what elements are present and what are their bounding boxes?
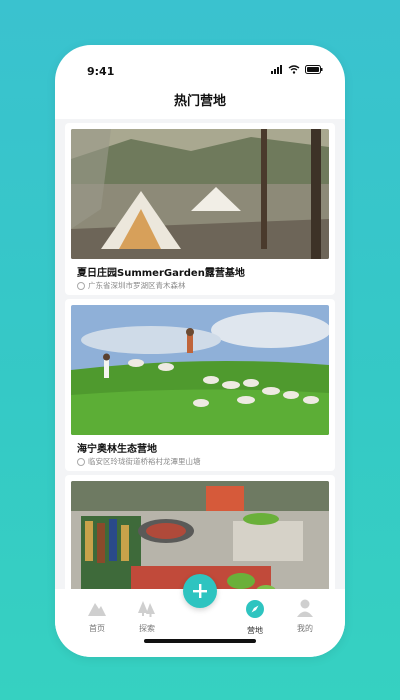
camp-photo bbox=[71, 481, 329, 589]
location-pin-icon bbox=[77, 281, 85, 290]
compass-icon bbox=[246, 600, 264, 618]
person-icon bbox=[297, 599, 313, 617]
tab-mine[interactable]: 我的 bbox=[285, 599, 325, 634]
camp-photo bbox=[71, 305, 329, 435]
add-button[interactable] bbox=[183, 574, 217, 608]
status-bar: 9:41 bbox=[55, 45, 345, 85]
camp-address-row: 广东省深圳市罗湖区青木森林 bbox=[77, 280, 186, 291]
tab-explore-label: 探索 bbox=[139, 624, 155, 633]
home-indicator bbox=[144, 639, 256, 643]
mountain-home-icon bbox=[88, 603, 106, 616]
wifi-icon bbox=[288, 65, 300, 74]
camp-card[interactable] bbox=[65, 475, 335, 589]
camp-address: 广东省深圳市罗湖区青木森林 bbox=[88, 281, 186, 290]
camp-list[interactable]: 夏日庄园SummerGarden露营基地 广东省深圳市罗湖区青木森林 海宁奥林生… bbox=[55, 119, 345, 589]
tab-home-label: 首页 bbox=[89, 624, 105, 633]
plus-icon bbox=[193, 584, 207, 598]
page-title: 热门营地 bbox=[173, 94, 226, 109]
battery-icon bbox=[305, 65, 323, 74]
signal-icon bbox=[271, 65, 282, 74]
camp-card[interactable]: 夏日庄园SummerGarden露营基地 广东省深圳市罗湖区青木森林 bbox=[65, 123, 335, 295]
tab-camp[interactable]: 营地 bbox=[235, 599, 275, 636]
location-pin-icon bbox=[77, 457, 85, 466]
camp-photo bbox=[71, 129, 329, 259]
camp-card[interactable]: 海宁奥林生态营地 临安区玲珑街道桥裕村龙潭里山塘 bbox=[65, 299, 335, 471]
camp-name: 夏日庄园SummerGarden露营基地 bbox=[77, 268, 245, 279]
camp-address-row: 临安区玲珑街道桥裕村龙潭里山塘 bbox=[77, 456, 201, 467]
status-time: 9:41 bbox=[87, 65, 115, 78]
tab-explore[interactable]: 探索 bbox=[127, 599, 167, 634]
tab-mine-label: 我的 bbox=[297, 624, 313, 633]
camp-address: 临安区玲珑街道桥裕村龙潭里山塘 bbox=[88, 457, 201, 466]
tab-camp-label: 营地 bbox=[247, 626, 263, 635]
phone-frame: 9:41 热门营地 夏日庄园SummerGarden露营基地 广东省深圳市罗湖区… bbox=[55, 45, 345, 657]
camp-name: 海宁奥林生态营地 bbox=[77, 444, 157, 455]
status-icons bbox=[271, 65, 323, 74]
trees-icon bbox=[138, 601, 155, 617]
tab-home[interactable]: 首页 bbox=[77, 599, 117, 634]
tab-bar: 首页 探索 营地 我的 bbox=[55, 574, 345, 657]
